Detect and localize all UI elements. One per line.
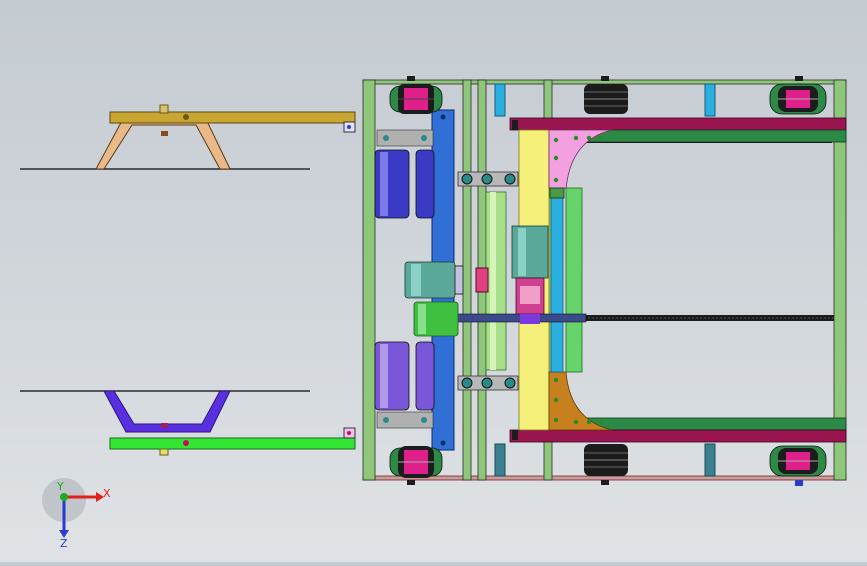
maroon-rail-top — [509, 117, 847, 131]
wheel-bottom-left — [389, 446, 443, 478]
cad-drawing: X Y Z — [20, 76, 847, 550]
frame-bottom-rail — [362, 475, 847, 481]
teal-plate-bottom-right — [704, 443, 716, 477]
wheel-bottom-middle — [584, 444, 628, 476]
top-bracket — [95, 116, 231, 170]
cyan-plate-top-left — [494, 83, 506, 117]
bottom-bracket-bolt — [161, 423, 168, 428]
bottom-arm-bolt — [183, 440, 189, 446]
roller-motor-top-right — [415, 149, 435, 219]
x-axis-label: X — [103, 487, 111, 500]
light-green-bar — [565, 187, 583, 373]
cad-viewport[interactable]: X Y Z — [0, 0, 867, 562]
bottom-arm — [109, 437, 356, 450]
top-arm — [109, 111, 356, 124]
top-arm-bolt — [183, 114, 189, 120]
maroon-rail-bottom — [509, 429, 847, 443]
wheel-top-left — [389, 84, 443, 114]
cyan-plate-top-right — [704, 83, 716, 117]
frame-inner-rail-1 — [462, 79, 472, 481]
teal-plate-bottom-left — [494, 443, 506, 477]
axis-triad: X Y Z — [42, 478, 111, 550]
frame-left-rail — [362, 79, 376, 481]
wheel-top-middle — [584, 84, 628, 114]
z-axis-label: Z — [60, 537, 68, 550]
wheel-bottom-right — [769, 445, 827, 477]
wheel-top-right — [769, 83, 827, 115]
shaft-motor — [511, 225, 549, 279]
cyan-bar — [550, 195, 564, 373]
y-axis-label: Y — [56, 480, 64, 493]
top-arm-assembly — [20, 104, 356, 170]
bottom-arm-nut — [159, 448, 169, 456]
bottom-arm-assembly — [20, 390, 356, 456]
roller-motor-bottom-right — [415, 341, 435, 411]
y-axis-dot — [60, 493, 68, 501]
top-arm-nut — [159, 104, 169, 114]
top-bracket-bolt — [161, 131, 168, 136]
